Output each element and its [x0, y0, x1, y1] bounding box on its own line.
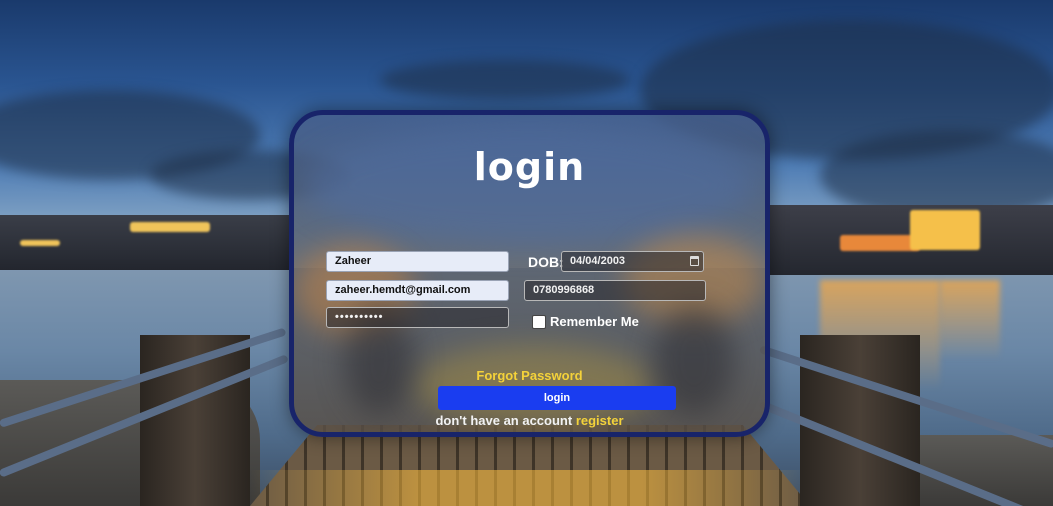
- login-button[interactable]: login: [438, 386, 676, 410]
- register-link[interactable]: register: [576, 413, 624, 428]
- dob-value: 04/04/2003: [570, 255, 626, 267]
- login-card: login Zaheer DOB: 04/04/2003 zaheer.hemd…: [289, 110, 770, 437]
- phone-input[interactable]: 0780996868: [524, 280, 706, 301]
- name-input[interactable]: Zaheer: [326, 251, 509, 272]
- no-account-text: don't have an account: [435, 413, 573, 428]
- login-title: login: [473, 145, 586, 189]
- password-input[interactable]: ••••••••••: [326, 307, 509, 328]
- calendar-icon[interactable]: [690, 256, 699, 266]
- dob-input[interactable]: 04/04/2003: [561, 251, 704, 272]
- register-prompt: don't have an account register: [294, 413, 765, 428]
- forgot-password-link[interactable]: Forgot Password: [294, 368, 765, 383]
- remember-me-checkbox[interactable]: [532, 315, 546, 329]
- remember-me-label: Remember Me: [550, 314, 639, 329]
- dob-label: DOB:: [528, 254, 564, 270]
- email-input[interactable]: zaheer.hemdt@gmail.com: [326, 280, 509, 301]
